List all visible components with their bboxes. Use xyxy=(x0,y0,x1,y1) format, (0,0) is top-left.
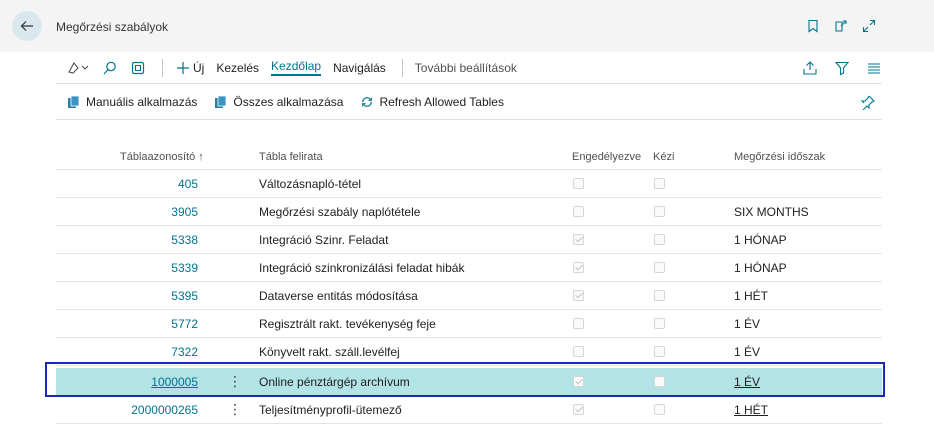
new-label: Új xyxy=(193,60,205,75)
apply-all-button[interactable]: Összes alkalmazása xyxy=(213,94,343,110)
manual-apply-label: Manuális alkalmazás xyxy=(86,94,198,109)
retention-period: 1 HÓNAP xyxy=(734,233,787,247)
retention-period: 1 HÉT xyxy=(734,289,769,303)
view-toggle-icon xyxy=(68,61,89,74)
filter-icon[interactable] xyxy=(834,60,850,79)
manual-checkbox[interactable] xyxy=(654,262,665,273)
row-actions-icon[interactable]: ⋮ xyxy=(228,396,242,424)
retention-period: 1 HÓNAP xyxy=(734,261,787,275)
search-icon xyxy=(103,61,116,74)
table-row[interactable]: 405 Változásnapló-tétel xyxy=(56,170,882,198)
table-id-link[interactable]: 405 xyxy=(178,170,198,198)
pin-icon[interactable] xyxy=(860,94,876,113)
enabled-checkbox[interactable] xyxy=(573,178,584,189)
bookmark-icon[interactable] xyxy=(806,19,820,33)
table-id-link[interactable]: 5338 xyxy=(171,226,198,254)
selected-row-focus-frame xyxy=(45,362,885,397)
divider xyxy=(162,58,163,77)
retention-period[interactable]: 1 HÉT xyxy=(734,396,768,424)
manual-apply-button[interactable]: Manuális alkalmazás xyxy=(66,94,197,110)
select-view-button[interactable] xyxy=(66,52,90,84)
plus-icon xyxy=(177,61,189,74)
navigate-tab[interactable]: Navigálás xyxy=(333,52,386,84)
table-caption: Változásnapló-tétel xyxy=(259,177,362,191)
column-header-caption[interactable]: Tábla felirata xyxy=(259,151,323,163)
run-policy-icon xyxy=(68,95,80,108)
home-tab[interactable]: Kezdőlap xyxy=(271,52,322,84)
enabled-checkbox[interactable] xyxy=(573,206,584,217)
more-options-label: További beállítások xyxy=(414,60,517,75)
new-button[interactable]: Új xyxy=(175,52,204,84)
table-row[interactable]: 5339 Integráció szinkronizálási feladat h… xyxy=(56,254,882,282)
manual-checkbox[interactable] xyxy=(654,346,665,357)
promoted-actions: Manuális alkalmazás Összes alkalmazása R… xyxy=(56,84,882,120)
column-header-period[interactable]: Megőrzési időszak xyxy=(734,151,825,163)
expand-icon[interactable] xyxy=(862,19,876,33)
home-label: Kezdőlap xyxy=(271,59,322,76)
edit-list-button[interactable] xyxy=(130,52,146,84)
manual-checkbox[interactable] xyxy=(654,318,665,329)
table-id-link[interactable]: 5339 xyxy=(171,254,198,282)
refresh-allowed-tables-label: Refresh Allowed Tables xyxy=(379,94,504,109)
manual-checkbox[interactable] xyxy=(654,234,665,245)
enabled-checkbox[interactable] xyxy=(573,346,584,357)
manual-checkbox[interactable] xyxy=(654,290,665,301)
refresh-allowed-tables-button[interactable]: Refresh Allowed Tables xyxy=(359,94,504,110)
manual-checkbox[interactable] xyxy=(654,206,665,217)
page-title: Megőrzési szabályok xyxy=(56,20,169,34)
column-header-manual[interactable]: Kézi xyxy=(653,151,674,163)
manual-checkbox[interactable] xyxy=(654,404,665,415)
share-icon[interactable] xyxy=(802,60,818,79)
enabled-checkbox[interactable] xyxy=(573,234,584,245)
table-id-link[interactable]: 5772 xyxy=(171,310,198,338)
arrow-left-icon xyxy=(20,21,33,31)
column-header-table-id[interactable]: Táblaazonosító ↑ xyxy=(120,151,204,163)
manage-label: Kezelés xyxy=(216,60,260,75)
action-bar: Új Kezelés Kezdőlap Navigálás További be… xyxy=(56,52,882,84)
table-caption: Megőrzési szabály naplótétele xyxy=(259,205,421,219)
open-new-window-icon[interactable] xyxy=(834,19,848,33)
table-caption: Integráció Szinr. Feladat xyxy=(259,233,389,247)
enabled-checkbox[interactable] xyxy=(573,318,584,329)
table-caption: Integráció szinkronizálási feladat hibák xyxy=(259,261,465,275)
table-row[interactable]: 5338 Integráció Szinr. Feladat 1 HÓNAP xyxy=(56,226,882,254)
table-row[interactable]: 3905 Megőrzési szabály naplótétele SIX MON… xyxy=(56,198,882,226)
enabled-checkbox[interactable] xyxy=(573,404,584,415)
manage-tab[interactable]: Kezelés xyxy=(216,52,259,84)
retention-period: SIX MONTHS xyxy=(734,205,809,219)
search-button[interactable] xyxy=(102,52,118,84)
list-view-icon[interactable] xyxy=(866,60,882,79)
enabled-checkbox[interactable] xyxy=(573,262,584,273)
table-row[interactable]: 2000000265 ⋮ Teljesítményprofil-ütemező 1 H… xyxy=(56,396,882,424)
more-options-button[interactable]: További beállítások xyxy=(415,52,517,84)
table-caption: Teljesítményprofil-ütemező xyxy=(259,403,402,417)
divider xyxy=(401,58,403,77)
table-row[interactable]: 5772 Regisztrált rakt. tevékenység feje 1 … xyxy=(56,310,882,338)
table-id-link[interactable]: 5395 xyxy=(171,282,198,310)
table-row[interactable]: 5395 Dataverse entitás módosítása 1 HÉT xyxy=(56,282,882,310)
edit-list-icon xyxy=(131,61,145,74)
navigate-label: Navigálás xyxy=(333,60,386,75)
column-header-enabled[interactable]: Engedélyezve xyxy=(572,151,641,163)
apply-all-label: Összes alkalmazása xyxy=(233,94,344,109)
table-caption: Regisztrált rakt. tevékenység feje xyxy=(259,317,436,331)
manual-checkbox[interactable] xyxy=(654,178,665,189)
table-caption: Dataverse entitás módosítása xyxy=(259,289,418,303)
refresh-icon xyxy=(362,96,373,107)
enabled-checkbox[interactable] xyxy=(573,290,584,301)
run-all-icon xyxy=(215,95,227,108)
table-id-link[interactable]: 3905 xyxy=(171,198,198,226)
table-id-link[interactable]: 2000000265 xyxy=(131,396,198,424)
retention-period: 1 ÉV xyxy=(734,317,761,331)
back-button[interactable] xyxy=(12,11,42,41)
page-header: Megőrzési szabályok xyxy=(0,0,934,52)
